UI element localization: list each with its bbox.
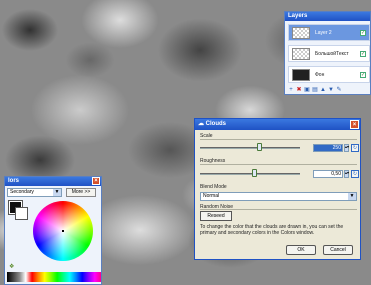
- reseed-button[interactable]: Reseed: [200, 211, 232, 221]
- layers-title: Layers: [285, 12, 370, 21]
- layers-toolbar: + ✖ ▣ ▤ ▲ ▼ ✎: [288, 87, 342, 95]
- layers-panel: Layers Layer 2 ✓ БольшойТекст ✓ Фон ✓ + …: [284, 11, 371, 95]
- color-target-value: Secondary: [10, 189, 34, 195]
- layer-name: Фон: [315, 72, 325, 78]
- visibility-checkbox[interactable]: ✓: [360, 51, 366, 57]
- delete-layer-icon[interactable]: ✖: [296, 87, 302, 93]
- visibility-checkbox[interactable]: ✓: [360, 72, 366, 78]
- layer-row-text[interactable]: БольшойТекст ✓: [288, 45, 370, 62]
- blend-mode-select[interactable]: Normal ▼: [200, 192, 357, 201]
- chevron-down-icon: ▼: [53, 189, 61, 196]
- add-layer-icon[interactable]: +: [288, 87, 294, 93]
- divider: [200, 209, 357, 210]
- close-icon[interactable]: ×: [92, 177, 100, 185]
- scale-input[interactable]: 250: [313, 144, 343, 152]
- scale-reset-button[interactable]: ↻: [351, 144, 359, 152]
- blend-mode-value: Normal: [203, 193, 220, 199]
- layer-row-layer2[interactable]: Layer 2 ✓: [288, 24, 370, 41]
- duplicate-layer-icon[interactable]: ▣: [304, 87, 310, 93]
- chevron-down-icon: ▼: [348, 193, 356, 200]
- layer-thumbnail: [292, 48, 310, 60]
- clouds-title: ☁ Clouds ×: [195, 119, 360, 130]
- divider: [200, 139, 357, 140]
- color-palette-strip[interactable]: [7, 272, 101, 282]
- scale-slider-track[interactable]: [200, 147, 300, 149]
- secondary-color-swatch[interactable]: [15, 207, 28, 220]
- roughness-slider-thumb[interactable]: [252, 169, 257, 177]
- palette-tools: ❖: [9, 263, 14, 270]
- layer-name: БольшойТекст: [315, 51, 349, 57]
- layer-thumbnail: [292, 69, 310, 81]
- divider: [200, 164, 357, 165]
- palette-icon[interactable]: ❖: [9, 264, 14, 270]
- roughness-input[interactable]: 0,50: [313, 170, 343, 178]
- color-target-select[interactable]: Secondary ▼: [7, 188, 62, 197]
- roughness-reset-button[interactable]: ↻: [351, 170, 359, 178]
- clouds-dialog: ☁ Clouds × Scale 250 ▴▾ ↻ Roughness 0,50…: [194, 118, 361, 260]
- ok-button[interactable]: OK: [286, 245, 316, 255]
- layer-name: Layer 2: [315, 30, 332, 36]
- scale-slider-thumb[interactable]: [257, 143, 262, 151]
- close-icon[interactable]: ×: [350, 120, 359, 129]
- dialog-title-text: Clouds: [205, 121, 227, 127]
- cancel-button[interactable]: Cancel: [323, 245, 353, 255]
- roughness-slider-track[interactable]: [200, 173, 300, 175]
- clouds-icon: ☁: [198, 121, 206, 127]
- move-up-icon[interactable]: ▲: [320, 87, 326, 93]
- visibility-checkbox[interactable]: ✓: [360, 30, 366, 36]
- color-wheel-cursor: [62, 230, 64, 232]
- properties-icon[interactable]: ✎: [336, 87, 342, 93]
- scale-spinner-icon[interactable]: ▴▾: [344, 144, 349, 152]
- roughness-spinner-icon[interactable]: ▴▾: [344, 170, 349, 178]
- colors-panel: lors × Secondary ▼ More >> ❖: [4, 176, 102, 285]
- layer-thumbnail: [292, 27, 310, 39]
- layer-row-background[interactable]: Фон ✓: [288, 66, 370, 83]
- move-down-icon[interactable]: ▼: [328, 87, 334, 93]
- merge-layer-icon[interactable]: ▤: [312, 87, 318, 93]
- colors-title: lors: [5, 177, 101, 186]
- help-text: To change the color that the clouds are …: [200, 224, 344, 236]
- blend-mode-label: Blend Mode: [200, 184, 227, 190]
- more-button[interactable]: More >>: [66, 188, 96, 197]
